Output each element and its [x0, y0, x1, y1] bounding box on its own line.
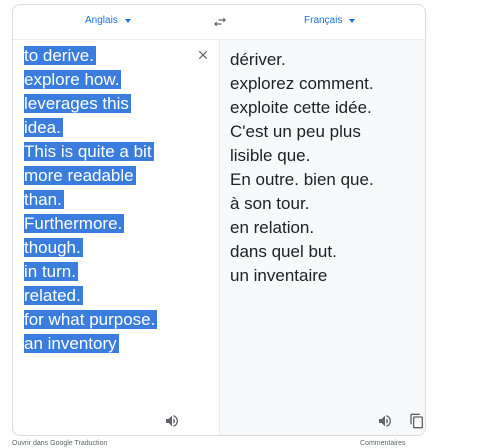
- translation-line: dériver.: [230, 50, 286, 69]
- translator-card: Anglais Français to derive. explore how.…: [12, 4, 426, 436]
- translation-line: dans quel but.: [230, 242, 337, 261]
- source-line: though.: [24, 238, 83, 257]
- source-line: This is quite a bit: [24, 142, 154, 161]
- translation-pane: dériver. explorez comment. exploite cett…: [220, 40, 425, 435]
- language-bar: Anglais Français: [13, 5, 425, 40]
- source-language-selector[interactable]: Anglais: [85, 15, 131, 26]
- source-language-label: Anglais: [85, 15, 118, 26]
- translation-line: explorez comment.: [230, 74, 374, 93]
- source-line: idea.: [24, 118, 63, 137]
- copy-icon[interactable]: [409, 412, 425, 430]
- translation-line: à son tour.: [230, 194, 310, 213]
- clear-icon[interactable]: [196, 48, 210, 62]
- speaker-icon[interactable]: [377, 413, 393, 429]
- chevron-down-icon: [349, 19, 356, 23]
- translation-line: en relation.: [230, 218, 315, 237]
- source-line: more readable: [24, 166, 136, 185]
- source-line: related.: [24, 286, 83, 305]
- source-text[interactable]: to derive. explore how. leverages this i…: [24, 44, 158, 356]
- speaker-icon[interactable]: [164, 413, 180, 429]
- open-in-google-translate-link[interactable]: Ouvrir dans Google Traduction: [12, 440, 107, 447]
- source-line: for what purpose.: [24, 310, 158, 329]
- translation-line: exploite cette idée.: [230, 98, 372, 117]
- source-line: explore how.: [24, 70, 122, 89]
- translation-line: En outre. bien que.: [230, 170, 374, 189]
- chevron-down-icon: [124, 19, 131, 23]
- translation-text: dériver. explorez comment. exploite cett…: [230, 48, 374, 288]
- feedback-link[interactable]: Commentaires: [360, 440, 406, 447]
- source-line: in turn.: [24, 262, 78, 281]
- translation-line: un inventaire: [230, 266, 328, 285]
- source-line: than.: [24, 190, 64, 209]
- target-language-label: Français: [304, 15, 343, 26]
- translation-line: C'est un peu plus: [230, 122, 361, 141]
- source-line: an inventory: [24, 334, 119, 353]
- translation-line: lisible que.: [230, 146, 311, 165]
- source-line: leverages this: [24, 94, 131, 113]
- swap-languages-icon[interactable]: [212, 14, 228, 30]
- source-line: Furthermore.: [24, 214, 125, 233]
- source-line: to derive.: [24, 46, 96, 65]
- source-text-pane[interactable]: to derive. explore how. leverages this i…: [13, 40, 219, 435]
- target-language-selector[interactable]: Français: [304, 15, 356, 26]
